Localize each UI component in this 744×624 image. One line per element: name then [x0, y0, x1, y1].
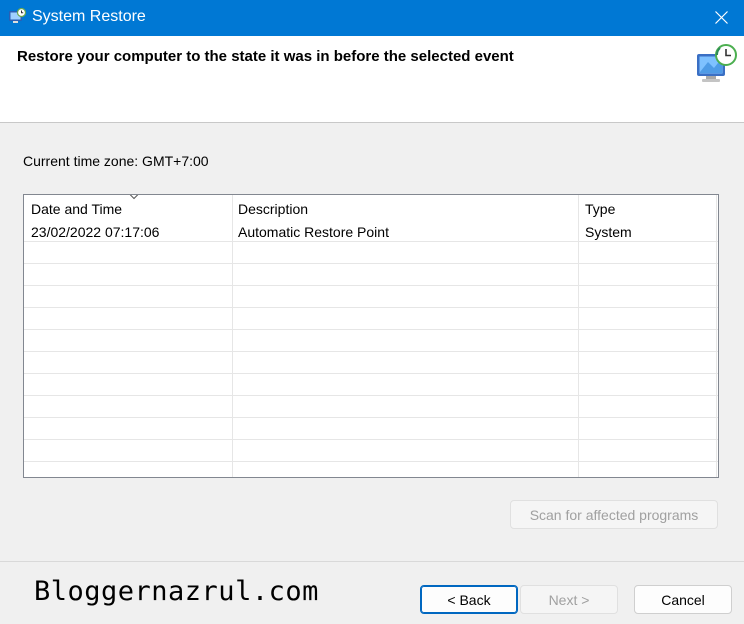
- row-gridline: [24, 439, 718, 440]
- row-type[interactable]: System: [585, 222, 632, 242]
- window-title: System Restore: [32, 8, 146, 25]
- column-header-label: Date and Time: [31, 201, 123, 217]
- back-button[interactable]: < Back: [420, 585, 518, 614]
- restore-monitor-clock-icon: [697, 44, 737, 82]
- restore-points-list[interactable]: Date and Time Description Type 23/02/202…: [23, 194, 719, 478]
- column-header-date[interactable]: Date and Time: [31, 195, 139, 219]
- column-divider: [716, 195, 717, 477]
- row-gridline: [24, 329, 718, 330]
- row-gridline: [24, 461, 718, 462]
- wizard-header: Restore your computer to the state it wa…: [0, 36, 744, 123]
- next-button[interactable]: Next >: [520, 585, 618, 614]
- row-description[interactable]: Automatic Restore Point: [238, 222, 389, 242]
- cancel-button[interactable]: Cancel: [634, 585, 732, 614]
- row-gridline: [24, 373, 718, 374]
- row-gridline: [24, 241, 718, 242]
- sort-chevron-icon: [129, 195, 139, 200]
- row-gridline: [24, 417, 718, 418]
- footer-divider: [0, 561, 744, 562]
- close-icon: [715, 11, 728, 24]
- row-date[interactable]: 23/02/2022 07:17:06: [31, 222, 159, 242]
- scan-affected-programs-button[interactable]: Scan for affected programs: [510, 500, 718, 529]
- row-gridline: [24, 285, 718, 286]
- row-gridline: [24, 351, 718, 352]
- column-divider: [232, 195, 233, 477]
- column-divider: [578, 195, 579, 477]
- column-header-description[interactable]: Description: [238, 195, 308, 219]
- close-button[interactable]: [698, 0, 744, 36]
- instruction-heading: Restore your computer to the state it wa…: [17, 48, 514, 65]
- watermark-text: Bloggernazrul.com: [34, 576, 319, 607]
- timezone-label: Current time zone: GMT+7:00: [23, 153, 209, 169]
- row-gridline: [24, 307, 718, 308]
- title-bar: System Restore: [0, 0, 744, 36]
- row-gridline: [24, 263, 718, 264]
- row-gridline: [24, 395, 718, 396]
- column-header-type[interactable]: Type: [585, 195, 615, 219]
- system-restore-icon: [9, 7, 27, 23]
